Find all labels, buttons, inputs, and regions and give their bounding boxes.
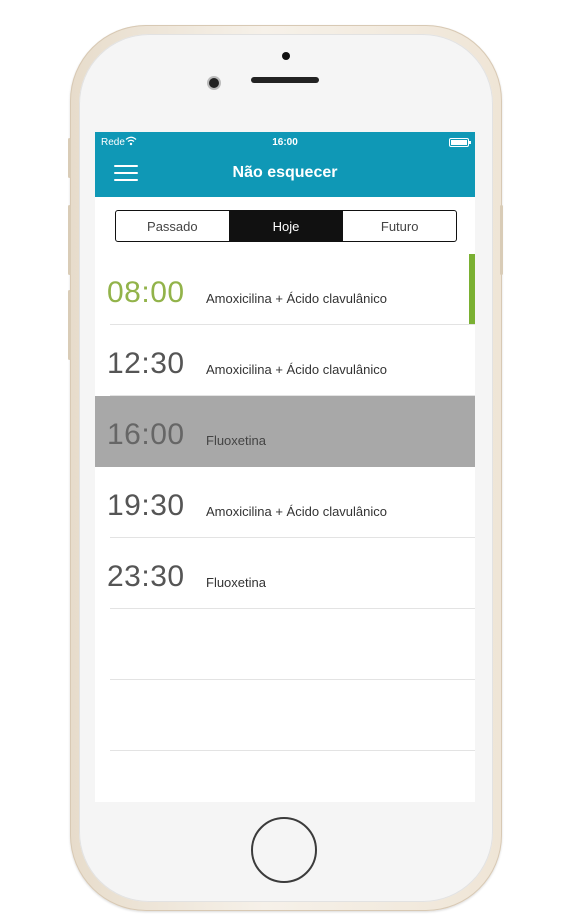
dose-time: 23:30: [107, 560, 185, 593]
earpiece-speaker: [251, 77, 319, 83]
tab-futuro[interactable]: Futuro: [343, 211, 456, 241]
dose-medication: Fluoxetina: [206, 575, 266, 590]
silent-switch: [68, 138, 71, 178]
proximity-sensor: [282, 52, 290, 60]
header-bar: Rede 16:00 Não esquecer: [95, 132, 475, 197]
dose-medication: Amoxicilina + Ácido clavulânico: [206, 291, 388, 306]
dose-medication: Fluoxetina: [206, 433, 266, 448]
status-time: 16:00: [272, 137, 298, 148]
dose-medication: Amoxicilina + Ácido clavulânico: [206, 504, 388, 519]
tab-passado[interactable]: Passado: [116, 211, 230, 241]
dose-time: 08:00: [107, 276, 185, 309]
period-segmented-control: Passado Hoje Futuro: [115, 210, 457, 242]
front-camera: [209, 78, 219, 88]
dose-row[interactable]: 12:30 Amoxicilina + Ácido clavulânico: [95, 325, 475, 396]
page-title: Não esquecer: [232, 164, 338, 181]
tab-hoje[interactable]: Hoje: [229, 211, 344, 241]
dose-time: 12:30: [107, 347, 185, 380]
status-bar: Rede 16:00: [95, 132, 475, 152]
dose-time: 16:00: [107, 418, 185, 451]
power-button: [500, 205, 503, 275]
app-screen: Rede 16:00 Não esquecer Passado Hoje Fut…: [95, 132, 475, 802]
battery-icon: [449, 138, 471, 147]
row-divider: [110, 750, 475, 751]
dose-list: 08:00 Amoxicilina + Ácido clavulânico 12…: [95, 254, 475, 751]
next-dose-indicator: [469, 254, 475, 325]
dose-row[interactable]: 23:30 Fluoxetina: [95, 538, 475, 609]
dose-row[interactable]: 19:30 Amoxicilina + Ácido clavulânico: [95, 467, 475, 538]
home-button[interactable]: [251, 817, 317, 883]
dose-medication: Amoxicilina + Ácido clavulânico: [206, 362, 388, 377]
dose-time: 19:30: [107, 489, 185, 522]
dose-row[interactable]: 16:00 Fluoxetina: [95, 396, 475, 467]
volume-down-button: [68, 290, 71, 360]
dose-row[interactable]: 08:00 Amoxicilina + Ácido clavulânico: [95, 254, 475, 325]
volume-up-button: [68, 205, 71, 275]
empty-row: [95, 609, 475, 680]
empty-row: [95, 680, 475, 751]
